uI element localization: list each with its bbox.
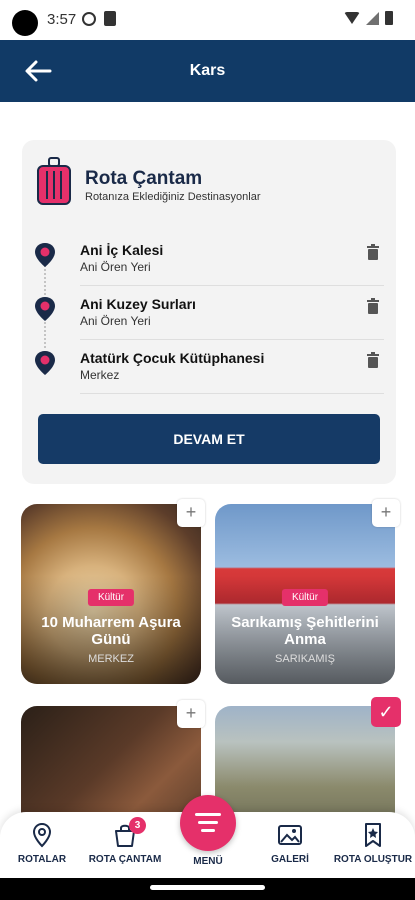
destination-location: Merkez [80, 368, 120, 382]
category-badge: Kültür [87, 589, 135, 606]
add-to-route-button[interactable]: + [372, 499, 400, 527]
category-badge: Kültür [281, 589, 329, 606]
trash-icon[interactable] [366, 298, 380, 314]
wifi-icon [344, 12, 360, 24]
add-to-route-button[interactable]: + [177, 700, 205, 728]
destination-item[interactable]: Ani İç Kalesi Ani Ören Yeri [34, 240, 384, 290]
destination-item[interactable]: Atatürk Çocuk Kütüphanesi Merkez [34, 348, 384, 398]
add-to-route-button[interactable]: + [177, 499, 205, 527]
nav-item-create-route[interactable]: ROTA OLUŞTUR [331, 822, 415, 865]
app-header: Kars [0, 40, 415, 102]
event-location: MERKEZ [88, 653, 134, 665]
event-card[interactable]: Kültür 10 Muharrem Aşura Günü MERKEZ [21, 504, 201, 684]
event-card[interactable]: Kültür Sarıkamış Şehitlerini Anma SARIKA… [215, 504, 395, 684]
destination-name: Ani Kuzey Surları [80, 296, 196, 312]
trash-icon[interactable] [366, 352, 380, 368]
destination-name: Atatürk Çocuk Kütüphanesi [80, 350, 265, 366]
nav-item-route-bag[interactable]: 3 ROTA ÇANTAM [83, 817, 167, 865]
gallery-icon [278, 825, 302, 845]
destination-item[interactable]: Ani Kuzey Surları Ani Ören Yeri [34, 294, 384, 344]
destination-location: Ani Ören Yeri [80, 260, 151, 274]
map-pin-icon [35, 243, 55, 267]
nav-label: ROTALAR [17, 854, 67, 865]
event-title: Sarıkamış Şehitlerini Anma [231, 614, 379, 648]
trash-icon[interactable] [366, 244, 380, 260]
nav-label: GALERİ [271, 854, 309, 865]
route-create-icon [365, 823, 381, 847]
event-location: SARIKAMIŞ [275, 653, 335, 665]
nav-item-gallery[interactable]: GALERİ [248, 822, 332, 865]
status-time: 3:57 [47, 11, 77, 28]
nav-label: ROTA OLUŞTUR [333, 854, 413, 865]
continue-button[interactable]: DEVAM ET [38, 414, 380, 464]
divider [80, 393, 384, 394]
nav-label-menu: MENÜ [193, 856, 223, 867]
map-pin-icon [35, 351, 55, 375]
divider [80, 339, 384, 340]
route-bag-subtitle: Rotanıza Eklediğiniz Destinasyonlar [85, 191, 261, 203]
destination-name: Ani İç Kalesi [80, 242, 164, 258]
divider [80, 285, 384, 286]
vpn-icon [82, 12, 96, 26]
bag-count-badge: 3 [129, 817, 146, 834]
signal-icon [366, 11, 379, 25]
home-indicator[interactable] [150, 885, 265, 890]
suitcase-icon [37, 157, 71, 205]
sim-icon [104, 11, 116, 26]
map-pin-icon [32, 822, 52, 848]
destination-location: Ani Ören Yeri [80, 314, 151, 328]
map-pin-icon [35, 297, 55, 321]
menu-button[interactable] [180, 795, 236, 851]
battery-icon [385, 11, 393, 25]
status-bar: 3:57 [0, 0, 415, 40]
route-bag-card: Rota Çantam Rotanıza Eklediğiniz Destina… [22, 140, 396, 484]
page-title: Kars [189, 62, 226, 79]
added-check-button[interactable]: ✓ [371, 697, 401, 727]
nav-item-routes[interactable]: ROTALAR [0, 822, 84, 865]
menu-icon [195, 813, 221, 837]
nav-label: ROTA ÇANTAM [88, 854, 162, 865]
camera-cutout [12, 10, 38, 36]
route-bag-title: Rota Çantam [85, 168, 203, 189]
status-icons [344, 11, 393, 25]
event-title: 10 Muharrem Aşura Günü [41, 614, 181, 648]
